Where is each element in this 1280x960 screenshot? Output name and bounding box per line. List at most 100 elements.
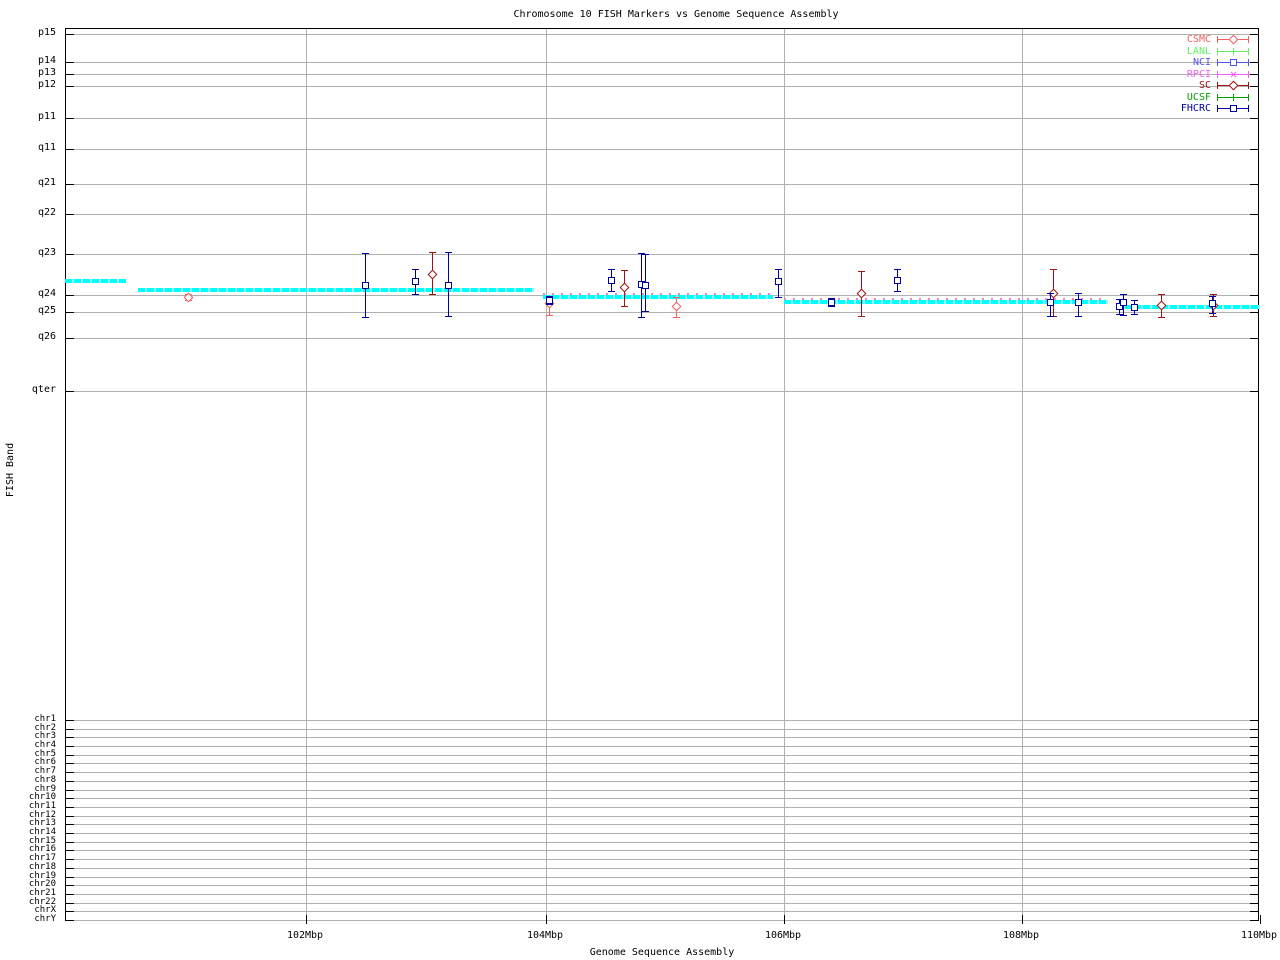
row-chr3-gridline xyxy=(66,737,1258,738)
assembly-segment-3 xyxy=(543,295,773,299)
legend-sample-NCI xyxy=(1217,58,1249,67)
plus-marker-v xyxy=(1233,47,1234,55)
row-chr8-gridline xyxy=(66,781,1258,782)
right-tick xyxy=(1250,729,1258,730)
row-chr18-gridline xyxy=(66,868,1258,869)
row-chr10-gridline xyxy=(66,798,1258,799)
diamond-marker xyxy=(1228,34,1239,45)
error-cap-bottom xyxy=(775,297,782,298)
band-label-q21: q21 xyxy=(37,177,56,188)
right-tick xyxy=(1250,184,1258,185)
x-marker xyxy=(1229,69,1239,79)
left-tick xyxy=(66,920,74,921)
error-cap-top xyxy=(1120,294,1127,295)
left-tick xyxy=(66,824,74,825)
left-tick xyxy=(66,312,74,313)
row-chr7-gridline xyxy=(66,772,1258,773)
row-chr2-gridline xyxy=(66,729,1258,730)
square-marker xyxy=(1131,304,1138,311)
left-tick xyxy=(66,763,74,764)
band-q22-gridline xyxy=(66,214,1258,215)
x-tick-label-104: 104Mbp xyxy=(526,930,564,941)
left-tick xyxy=(66,755,74,756)
x-tick-label-110: 110Mbp xyxy=(1240,930,1278,941)
legend-sample-LANL xyxy=(1217,47,1249,56)
legend-sample-SC xyxy=(1217,80,1249,91)
error-cap-bottom xyxy=(673,317,680,318)
right-tick xyxy=(1250,763,1258,764)
band-p11-gridline xyxy=(66,118,1258,119)
row-chr14-gridline xyxy=(66,833,1258,834)
error-cap-bottom xyxy=(445,316,452,317)
right-tick xyxy=(1250,920,1258,921)
x-tick-108 xyxy=(1022,915,1023,924)
error-cap-bottom xyxy=(621,306,628,307)
right-tick xyxy=(1250,312,1258,313)
left-tick xyxy=(66,781,74,782)
right-tick xyxy=(1250,911,1258,912)
legend-cap-right xyxy=(1248,36,1249,43)
band-label-q26: q26 xyxy=(37,331,56,342)
x-tick-label-102: 102Mbp xyxy=(286,930,324,941)
legend-row-UCSF: UCSF xyxy=(1145,92,1257,104)
y-axis-labels: p15 p14 p13 p12 p11 q11 q21 q22 q23 q24 q25 q26 qter… xyxy=(0,0,60,960)
legend-cap-right xyxy=(1248,82,1249,89)
chr-label-chrY: chrY xyxy=(34,914,56,924)
row-chrY-gridline xyxy=(66,920,1258,921)
legend-row-RPCI: RPCI xyxy=(1145,69,1257,81)
x-tick-104 xyxy=(546,915,547,924)
band-label-q24: q24 xyxy=(37,288,56,299)
vgridline-108 xyxy=(1022,29,1023,920)
error-cap-bottom xyxy=(1210,316,1217,317)
left-tick xyxy=(66,214,74,215)
left-tick xyxy=(66,74,74,75)
band-p15-gridline xyxy=(66,34,1258,35)
row-chr1-gridline xyxy=(66,720,1258,721)
left-tick xyxy=(66,149,74,150)
error-cap-top xyxy=(1047,293,1054,294)
error-cap-top xyxy=(673,297,680,298)
square-marker xyxy=(1209,300,1216,307)
band-label-p11: p11 xyxy=(37,111,56,122)
left-tick xyxy=(66,729,74,730)
legend-sample-RPCI xyxy=(1217,70,1249,79)
legend-cap-left xyxy=(1217,93,1218,101)
left-tick xyxy=(66,254,74,255)
assembly-segment-2 xyxy=(138,288,534,292)
x-axis-title: Genome Sequence Assembly xyxy=(589,947,735,958)
right-tick xyxy=(1250,391,1258,392)
right-tick xyxy=(1250,885,1258,886)
error-cap-top xyxy=(1209,296,1216,297)
error-cap-bottom xyxy=(429,294,436,295)
row-chr15-gridline xyxy=(66,842,1258,843)
left-tick xyxy=(66,118,74,119)
right-tick xyxy=(1250,295,1258,296)
legend-row-NCI: NCI xyxy=(1145,57,1257,69)
row-chr17-gridline xyxy=(66,859,1258,860)
error-cap-top xyxy=(1131,300,1138,301)
error-cap-bottom xyxy=(642,311,649,312)
left-tick xyxy=(66,338,74,339)
legend-cap-right xyxy=(1248,105,1249,112)
right-tick xyxy=(1250,816,1258,817)
error-cap-bottom xyxy=(1120,315,1127,316)
square-marker xyxy=(1047,299,1054,306)
left-tick xyxy=(66,868,74,869)
legend-cap-left xyxy=(1217,59,1218,66)
square-marker xyxy=(1230,105,1237,112)
square-marker xyxy=(775,278,782,285)
band-label-p12: p12 xyxy=(37,79,56,90)
left-tick xyxy=(66,885,74,886)
diamond-marker xyxy=(856,288,867,299)
row-chrX-gridline xyxy=(66,911,1258,912)
error-cap-bottom xyxy=(362,317,369,318)
legend-label-FHCRC: FHCRC xyxy=(1180,103,1211,114)
band-q26-gridline xyxy=(66,338,1258,339)
right-tick xyxy=(1250,781,1258,782)
row-chr16-gridline xyxy=(66,850,1258,851)
band-label-p13: p13 xyxy=(37,67,56,78)
error-cap-bottom xyxy=(412,294,419,295)
legend-sample-CSMC xyxy=(1217,34,1249,45)
legend-label-RPCI: RPCI xyxy=(1186,68,1211,80)
left-tick xyxy=(66,86,74,87)
